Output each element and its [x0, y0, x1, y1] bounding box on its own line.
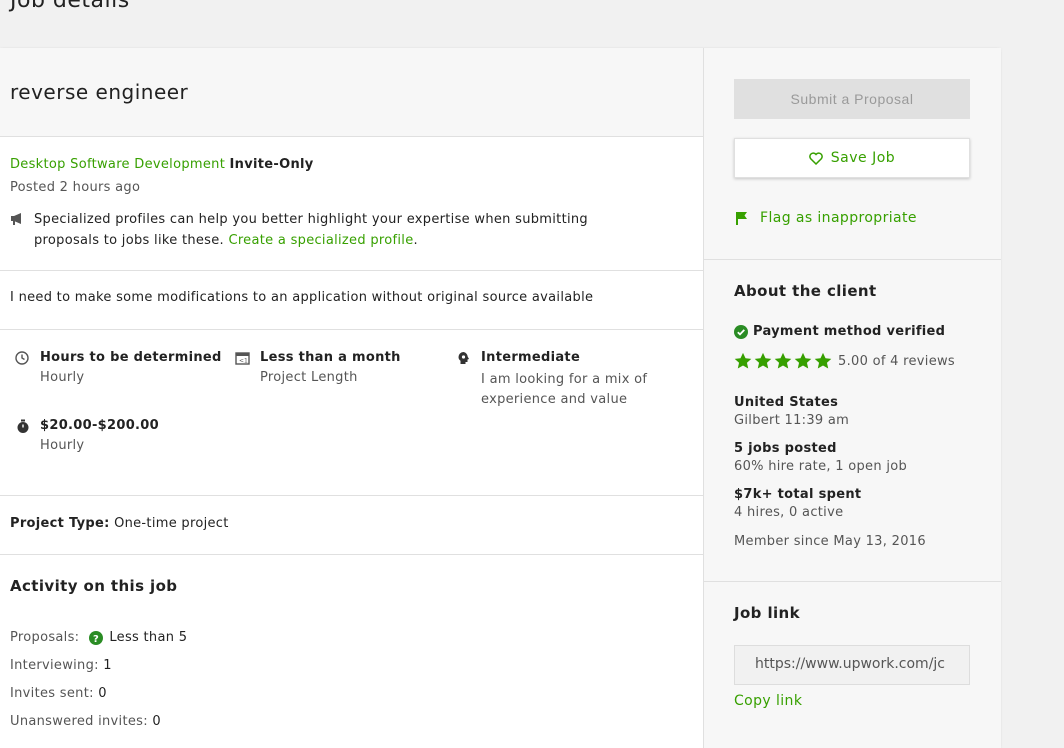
save-job-button[interactable]: Save Job	[734, 138, 970, 178]
client-total-spent: $7k+ total spent	[734, 487, 862, 502]
project-type-label: Project Type:	[10, 516, 110, 531]
job-link-input[interactable]: https://www.upwork.com/jc	[734, 645, 970, 685]
payment-verified-text: Payment method verified	[753, 324, 946, 339]
star-icon	[794, 352, 812, 370]
interviewing-value: 1	[103, 658, 112, 673]
flag-link[interactable]: Flag as inappropriate	[735, 210, 917, 226]
flag-icon	[735, 211, 748, 225]
interviewing-label: Interviewing:	[10, 658, 99, 673]
help-icon[interactable]: ?	[89, 630, 104, 645]
job-link-heading: Job link	[734, 604, 800, 622]
payment-verified: Payment method verified	[734, 324, 945, 339]
star-icon	[754, 352, 772, 370]
unanswered-label: Unanswered invites:	[10, 714, 148, 729]
star-icon	[774, 352, 792, 370]
activity-proposals: Proposals: ? Less than 5	[10, 630, 187, 645]
feature-hours-title: Hours to be determined	[40, 350, 222, 365]
feature-level-sub: I am looking for a mix of experience and…	[481, 372, 648, 407]
star-icon	[734, 352, 752, 370]
rating-text: 5.00 of 4 reviews	[838, 353, 956, 369]
activity-unanswered: Unanswered invites: 0	[10, 714, 161, 729]
invites-value: 0	[98, 686, 107, 701]
job-description: I need to make some modifications to an …	[10, 290, 594, 305]
copy-link-button[interactable]: Copy link	[734, 693, 802, 709]
project-type-value: One-time project	[114, 516, 229, 531]
sidebar-divider	[704, 581, 1001, 582]
verified-check-icon	[734, 324, 748, 339]
unanswered-value: 0	[152, 714, 161, 729]
feature-level-title: Intermediate	[481, 350, 581, 365]
job-details-card: reverse engineer Desktop Software Develo…	[0, 48, 1001, 748]
heart-icon	[809, 151, 823, 165]
experience-level-icon	[457, 351, 470, 365]
stopwatch-icon	[16, 419, 30, 434]
svg-text:?: ?	[93, 633, 99, 644]
page-heading: Job details	[10, 0, 130, 13]
client-hire-rate: 60% hire rate, 1 open job	[734, 459, 908, 474]
activity-section: Activity on this job Proposals: ? Less t…	[0, 554, 703, 748]
client-hires: 4 hires, 0 active	[734, 505, 844, 520]
proposals-value: Less than 5	[109, 630, 188, 645]
activity-interviewing: Interviewing: 1	[10, 658, 112, 673]
clock-icon	[15, 351, 29, 365]
feature-budget-sub: Hourly	[40, 438, 85, 453]
client-member-since: Member since May 13, 2016	[734, 534, 926, 549]
activity-invites: Invites sent: 0	[10, 686, 107, 701]
flag-label: Flag as inappropriate	[760, 210, 917, 226]
feature-budget-title: $20.00-$200.00	[40, 418, 159, 433]
feature-duration-sub: Project Length	[260, 370, 358, 385]
about-client-heading: About the client	[734, 282, 877, 300]
client-city-time: Gilbert 11:39 am	[734, 413, 850, 428]
create-specialized-profile-link[interactable]: Create a specialized profile	[228, 233, 413, 248]
job-posted: Posted 2 hours ago	[10, 180, 141, 195]
job-title-bar: reverse engineer	[0, 48, 703, 137]
job-sidebar: Submit a Proposal Save Job Flag as inapp…	[703, 48, 1001, 748]
job-main-column: reverse engineer Desktop Software Develo…	[0, 48, 703, 748]
job-description-section: I need to make some modifications to an …	[0, 270, 703, 330]
job-title: reverse engineer	[10, 80, 189, 104]
project-type-section: Project Type: One-time project	[0, 495, 703, 555]
job-visibility: Invite-Only	[229, 157, 314, 172]
promo-period: .	[413, 233, 418, 248]
activity-heading: Activity on this job	[10, 577, 178, 595]
client-jobs-posted: 5 jobs posted	[734, 441, 837, 456]
client-rating: 5.00 of 4 reviews	[734, 352, 955, 370]
project-type-line: Project Type: One-time project	[10, 516, 229, 531]
proposals-label: Proposals:	[10, 630, 80, 645]
sidebar-divider	[704, 259, 1001, 260]
job-features-section: Hours to be determined Hourly <1 Less th…	[0, 329, 703, 496]
calendar-icon: <1	[235, 351, 250, 365]
job-category-line: Desktop Software Development Invite-Only	[10, 157, 314, 172]
client-country: United States	[734, 395, 839, 410]
submit-proposal-button[interactable]: Submit a Proposal	[734, 79, 970, 119]
feature-hours-sub: Hourly	[40, 370, 85, 385]
job-category-link[interactable]: Desktop Software Development	[10, 157, 225, 172]
job-meta-section: Desktop Software Development Invite-Only…	[0, 136, 703, 271]
feature-duration-title: Less than a month	[260, 350, 401, 365]
svg-text:<1: <1	[239, 358, 248, 365]
save-job-label: Save Job	[830, 150, 896, 166]
promo-text-block: Specialized profiles can help you better…	[34, 209, 634, 251]
invites-label: Invites sent:	[10, 686, 94, 701]
star-rating	[734, 352, 832, 370]
megaphone-icon	[10, 212, 25, 225]
star-icon	[814, 352, 832, 370]
